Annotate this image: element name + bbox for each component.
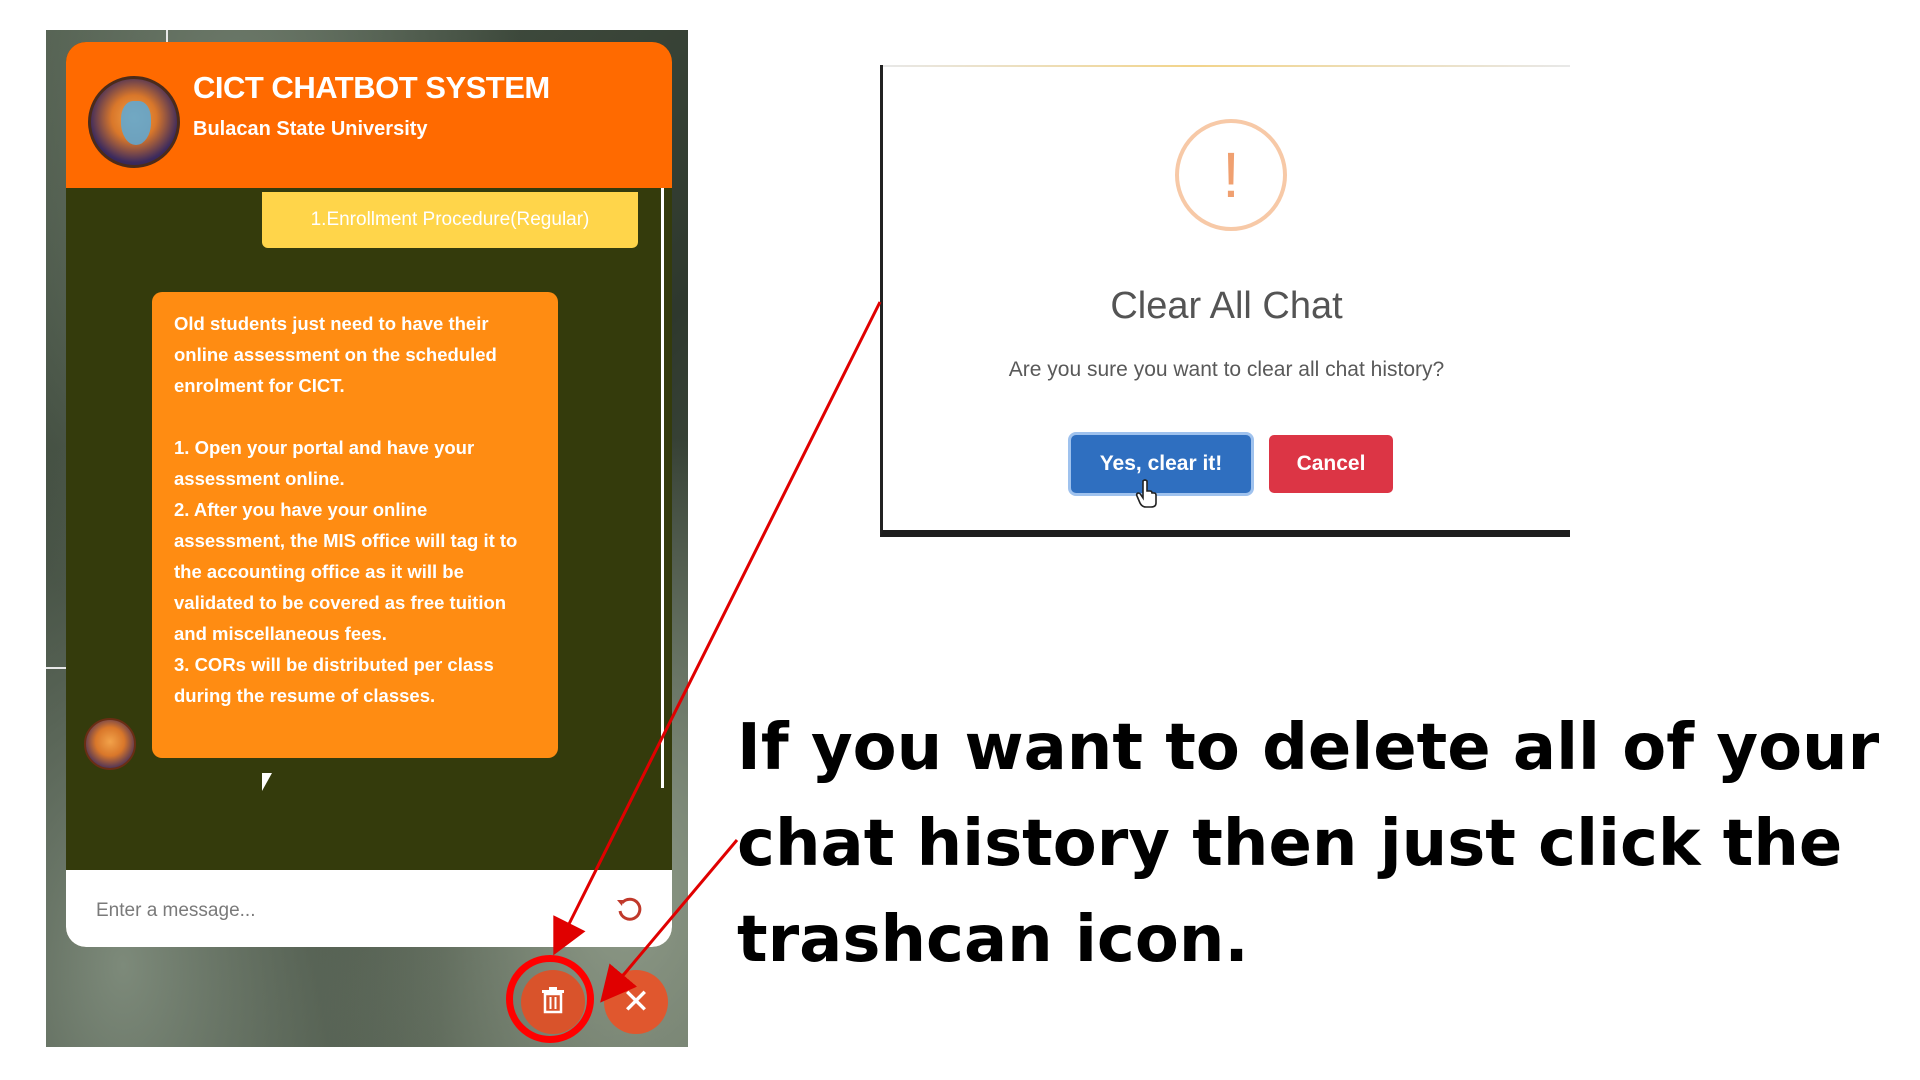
chat-header: CICT CHATBOT SYSTEM Bulacan State Univer…	[66, 42, 672, 188]
dialog-message: Are you sure you want to clear all chat …	[1008, 358, 1445, 381]
mouse-pointer-icon	[262, 773, 272, 791]
cancel-button[interactable]: Cancel	[1269, 435, 1393, 493]
dialog-title: Clear All Chat	[1110, 285, 1343, 327]
chatbot-screenshot: CICT CHATBOT SYSTEM Bulacan State Univer…	[46, 30, 688, 1047]
user-message-bubble: 1.Enrollment Procedure(Regular)	[262, 192, 638, 248]
instruction-text: If you want to delete all of your chat h…	[737, 711, 1880, 977]
bot-message-bubble: Old students just need to have their onl…	[152, 292, 558, 758]
message-input-bar	[66, 870, 672, 947]
message-input[interactable]	[94, 890, 578, 932]
warning-icon: !	[1175, 119, 1287, 231]
dialog-top-edge	[883, 65, 1570, 67]
trash-highlight-circle	[506, 955, 594, 1043]
dialog-screenshot: ! Clear All Chat Are you sure you want t…	[880, 65, 1570, 537]
chat-scrollbar[interactable]	[661, 188, 664, 788]
university-logo	[88, 76, 180, 168]
bot-avatar	[84, 718, 136, 770]
chat-window: CICT CHATBOT SYSTEM Bulacan State Univer…	[66, 42, 672, 947]
chat-title: CICT CHATBOT SYSTEM	[193, 70, 550, 105]
background-line	[46, 667, 68, 669]
close-button[interactable]: ✕	[604, 970, 668, 1034]
confirm-clear-button[interactable]: Yes, clear it!	[1071, 435, 1251, 493]
refresh-icon[interactable]	[614, 894, 644, 924]
hand-pointer-icon	[1135, 479, 1159, 516]
chat-subtitle: Bulacan State University	[193, 118, 428, 140]
